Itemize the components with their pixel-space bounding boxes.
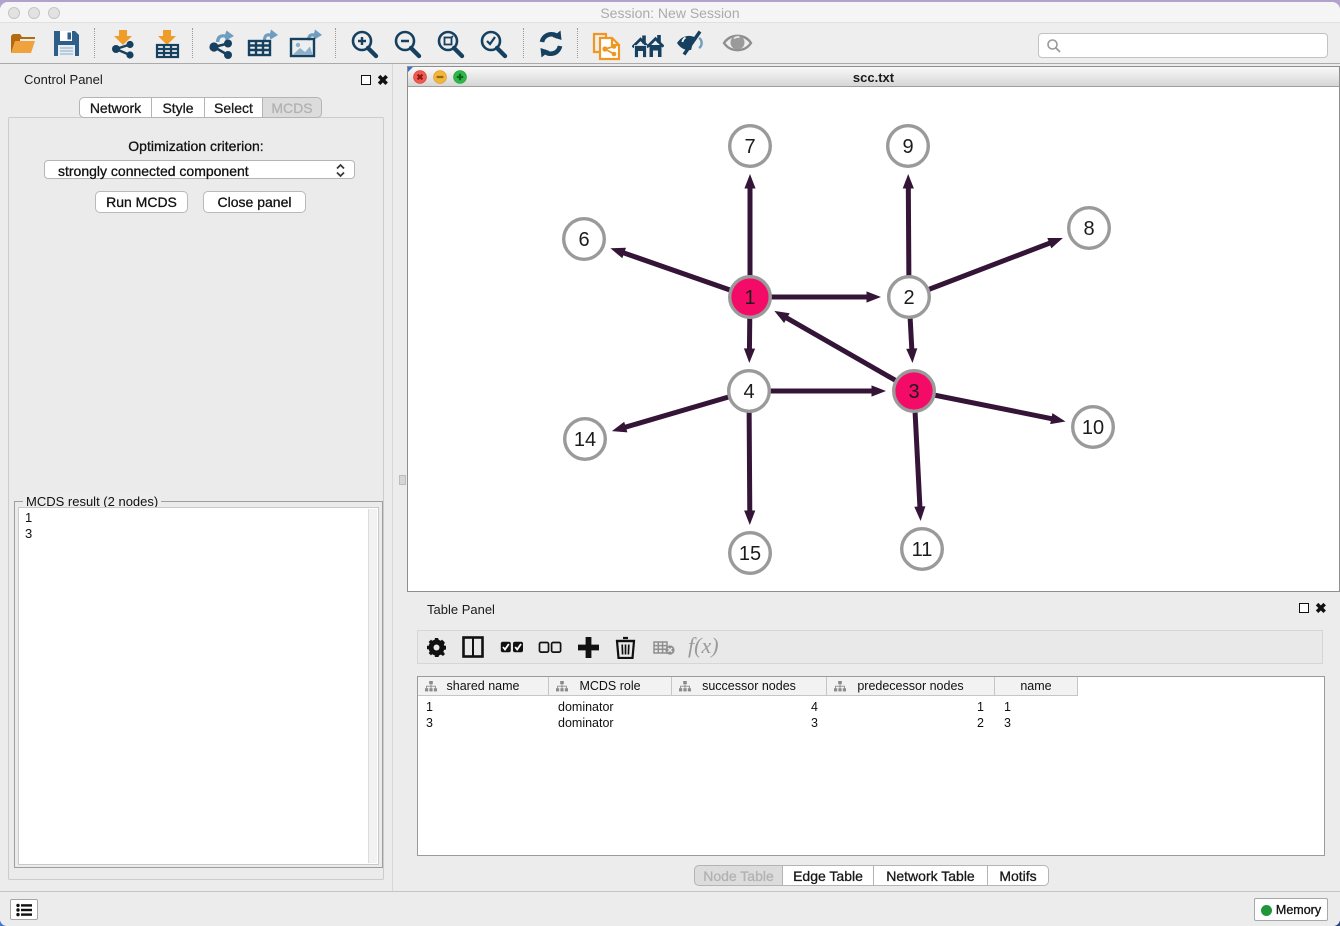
- svg-text:4: 4: [743, 381, 754, 403]
- svg-text:3: 3: [908, 381, 919, 403]
- svg-text:15: 15: [739, 543, 761, 565]
- svg-text:10: 10: [1082, 417, 1104, 439]
- svg-text:14: 14: [574, 429, 596, 451]
- svg-text:1: 1: [744, 287, 755, 309]
- svg-text:9: 9: [902, 136, 913, 158]
- svg-text:8: 8: [1083, 218, 1094, 240]
- svg-text:11: 11: [912, 539, 933, 561]
- svg-text:2: 2: [903, 287, 914, 309]
- svg-text:6: 6: [578, 229, 589, 251]
- svg-text:7: 7: [744, 136, 755, 158]
